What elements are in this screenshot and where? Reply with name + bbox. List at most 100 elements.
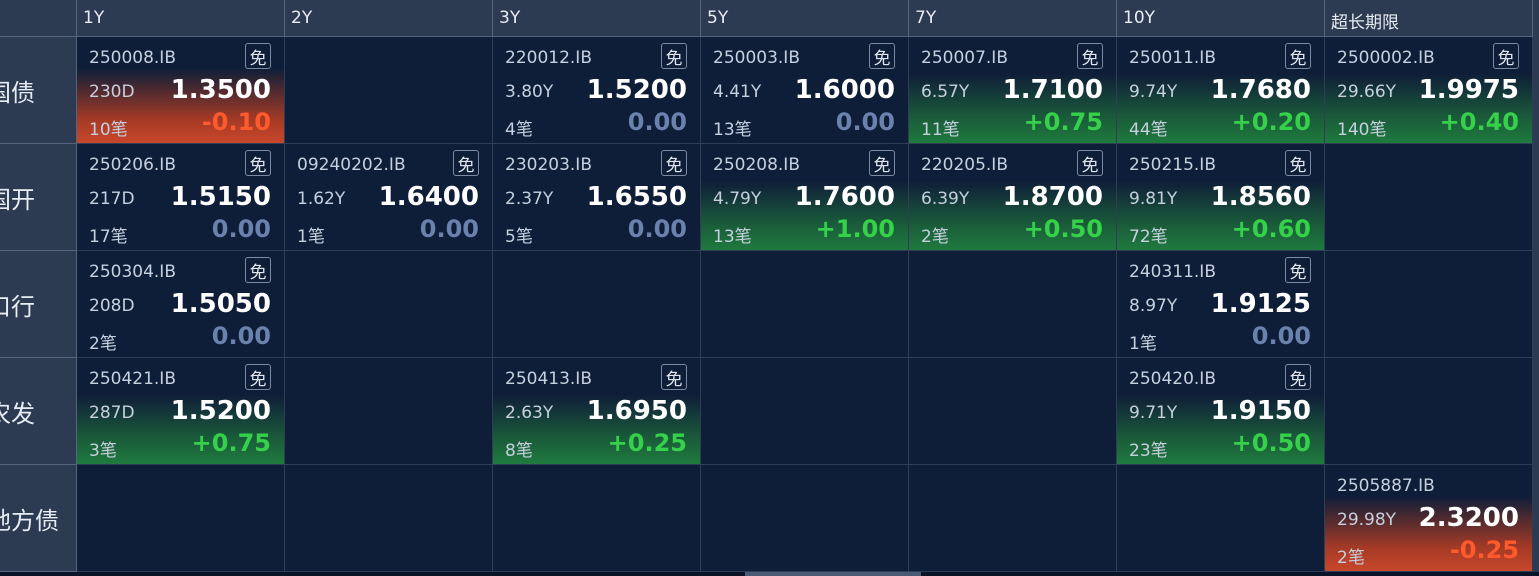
bond-quote-cell[interactable]: 250208.IB 免 4.79Y 1.7600 13笔 +1.00 <box>701 144 909 251</box>
bond-code[interactable]: 250304.IB <box>89 262 176 282</box>
empty-cell <box>1325 358 1533 465</box>
column-header-5[interactable]: 10Y <box>1117 0 1325 37</box>
yield-value: 1.9125 <box>1210 289 1311 319</box>
bond-quote-cell[interactable]: 250008.IB 免 230D 1.3500 10笔 -0.10 <box>77 37 285 144</box>
column-header-4[interactable]: 7Y <box>909 0 1117 37</box>
yield-change: 0.00 <box>1251 322 1311 350</box>
row-header[interactable]: 农发 <box>0 358 77 465</box>
remaining-term: 2.37Y <box>505 189 554 209</box>
tax-exempt-badge: 免 <box>245 257 271 283</box>
remaining-term: 208D <box>89 296 135 316</box>
bond-code[interactable]: 250413.IB <box>505 369 592 389</box>
column-header-3[interactable]: 5Y <box>701 0 909 37</box>
remaining-term: 230D <box>89 82 135 102</box>
bond-quote-cell[interactable]: 250003.IB 免 4.41Y 1.6000 13笔 0.00 <box>701 37 909 144</box>
bond-code[interactable]: 250206.IB <box>89 155 176 175</box>
bond-code[interactable]: 240311.IB <box>1129 262 1216 282</box>
column-header-2[interactable]: 3Y <box>493 0 701 37</box>
yield-value: 1.5200 <box>170 396 271 426</box>
bond-code[interactable]: 230203.IB <box>505 155 592 175</box>
tax-exempt-badge: 免 <box>1285 43 1311 69</box>
trade-count: 5笔 <box>505 227 533 247</box>
remaining-term: 217D <box>89 189 135 209</box>
bond-quote-cell[interactable]: 250007.IB 免 6.57Y 1.7100 11笔 +0.75 <box>909 37 1117 144</box>
empty-cell <box>285 251 493 358</box>
row-header[interactable]: 口行 <box>0 251 77 358</box>
tax-exempt-badge: 免 <box>1285 364 1311 390</box>
bond-code[interactable]: 250208.IB <box>713 155 800 175</box>
yield-change: +1.00 <box>815 215 895 243</box>
empty-cell <box>285 358 493 465</box>
empty-cell <box>1325 251 1533 358</box>
yield-value: 2.3200 <box>1418 503 1519 533</box>
column-header-0[interactable]: 1Y <box>77 0 285 37</box>
yield-change: +0.25 <box>607 429 687 457</box>
bond-code[interactable]: 250011.IB <box>1129 48 1216 68</box>
column-header-1[interactable]: 2Y <box>285 0 493 37</box>
empty-cell <box>285 465 493 572</box>
row-header[interactable]: 国开 <box>0 144 77 251</box>
yield-value: 1.6400 <box>378 182 479 212</box>
trade-count: 140笔 <box>1337 120 1387 140</box>
bond-code[interactable]: 250008.IB <box>89 48 176 68</box>
bond-code[interactable]: 250215.IB <box>1129 155 1216 175</box>
bond-quote-cell[interactable]: 250011.IB 免 9.74Y 1.7680 44笔 +0.20 <box>1117 37 1325 144</box>
yield-value: 1.5050 <box>170 289 271 319</box>
bond-quote-cell[interactable]: 250304.IB 免 208D 1.5050 2笔 0.00 <box>77 251 285 358</box>
bond-code[interactable]: 220012.IB <box>505 48 592 68</box>
bond-code[interactable]: 250007.IB <box>921 48 1008 68</box>
row-header[interactable]: 地方债 <box>0 465 77 572</box>
column-header-6[interactable]: 超长期限 <box>1325 0 1533 37</box>
yield-change: +0.75 <box>1023 108 1103 136</box>
empty-cell <box>909 358 1117 465</box>
bond-quote-cell[interactable]: 2505887.IB 29.98Y 2.3200 2笔 -0.25 <box>1325 465 1533 572</box>
yield-change: +0.50 <box>1231 429 1311 457</box>
tax-exempt-badge: 免 <box>1077 43 1103 69</box>
bond-code[interactable]: 220205.IB <box>921 155 1008 175</box>
bond-quote-cell[interactable]: 250421.IB 免 287D 1.5200 3笔 +0.75 <box>77 358 285 465</box>
yield-value: 1.6950 <box>586 396 687 426</box>
tax-exempt-badge: 免 <box>245 364 271 390</box>
row-header[interactable]: 国债 <box>0 37 77 144</box>
yield-value: 1.3500 <box>170 75 271 105</box>
yield-value: 1.7100 <box>1002 75 1103 105</box>
remaining-term: 9.74Y <box>1129 82 1178 102</box>
scrollbar-thumb[interactable] <box>745 572 921 576</box>
trade-count: 3笔 <box>89 441 117 461</box>
trade-count: 11笔 <box>921 120 960 140</box>
tax-exempt-badge: 免 <box>661 150 687 176</box>
bond-quote-cell[interactable]: 250413.IB 免 2.63Y 1.6950 8笔 +0.25 <box>493 358 701 465</box>
bond-code[interactable]: 2505887.IB <box>1337 476 1435 496</box>
yield-change: 0.00 <box>835 108 895 136</box>
bond-quote-cell[interactable]: 240311.IB 免 8.97Y 1.9125 1笔 0.00 <box>1117 251 1325 358</box>
yield-value: 1.5150 <box>170 182 271 212</box>
bond-quote-cell[interactable]: 250206.IB 免 217D 1.5150 17笔 0.00 <box>77 144 285 251</box>
remaining-term: 1.62Y <box>297 189 346 209</box>
yield-change: 0.00 <box>211 322 271 350</box>
tax-exempt-badge: 免 <box>245 43 271 69</box>
bond-quote-cell[interactable]: 230203.IB 免 2.37Y 1.6550 5笔 0.00 <box>493 144 701 251</box>
trade-count: 17笔 <box>89 227 128 247</box>
remaining-term: 4.41Y <box>713 82 762 102</box>
row-header-label: 农发 <box>0 399 35 428</box>
bond-code[interactable]: 09240202.IB <box>297 155 406 175</box>
bond-code[interactable]: 250420.IB <box>1129 369 1216 389</box>
empty-cell <box>1117 465 1325 572</box>
bond-quote-cell[interactable]: 2500002.IB 免 29.66Y 1.9975 140笔 +0.40 <box>1325 37 1533 144</box>
yield-change: -0.25 <box>1449 536 1519 564</box>
bond-quote-cell[interactable]: 220012.IB 免 3.80Y 1.5200 4笔 0.00 <box>493 37 701 144</box>
remaining-term: 4.79Y <box>713 189 762 209</box>
bond-quote-cell[interactable]: 250420.IB 免 9.71Y 1.9150 23笔 +0.50 <box>1117 358 1325 465</box>
empty-cell <box>701 251 909 358</box>
trade-count: 10笔 <box>89 120 128 140</box>
tax-exempt-badge: 免 <box>245 150 271 176</box>
bond-code[interactable]: 250421.IB <box>89 369 176 389</box>
bond-quote-cell[interactable]: 220205.IB 免 6.39Y 1.8700 2笔 +0.50 <box>909 144 1117 251</box>
bond-code[interactable]: 250003.IB <box>713 48 800 68</box>
bond-quote-cell[interactable]: 09240202.IB 免 1.62Y 1.6400 1笔 0.00 <box>285 144 493 251</box>
bond-code[interactable]: 2500002.IB <box>1337 48 1435 68</box>
empty-cell <box>701 358 909 465</box>
trade-count: 4笔 <box>505 120 533 140</box>
bond-quote-cell[interactable]: 250215.IB 免 9.81Y 1.8560 72笔 +0.60 <box>1117 144 1325 251</box>
yield-value: 1.6550 <box>586 182 687 212</box>
